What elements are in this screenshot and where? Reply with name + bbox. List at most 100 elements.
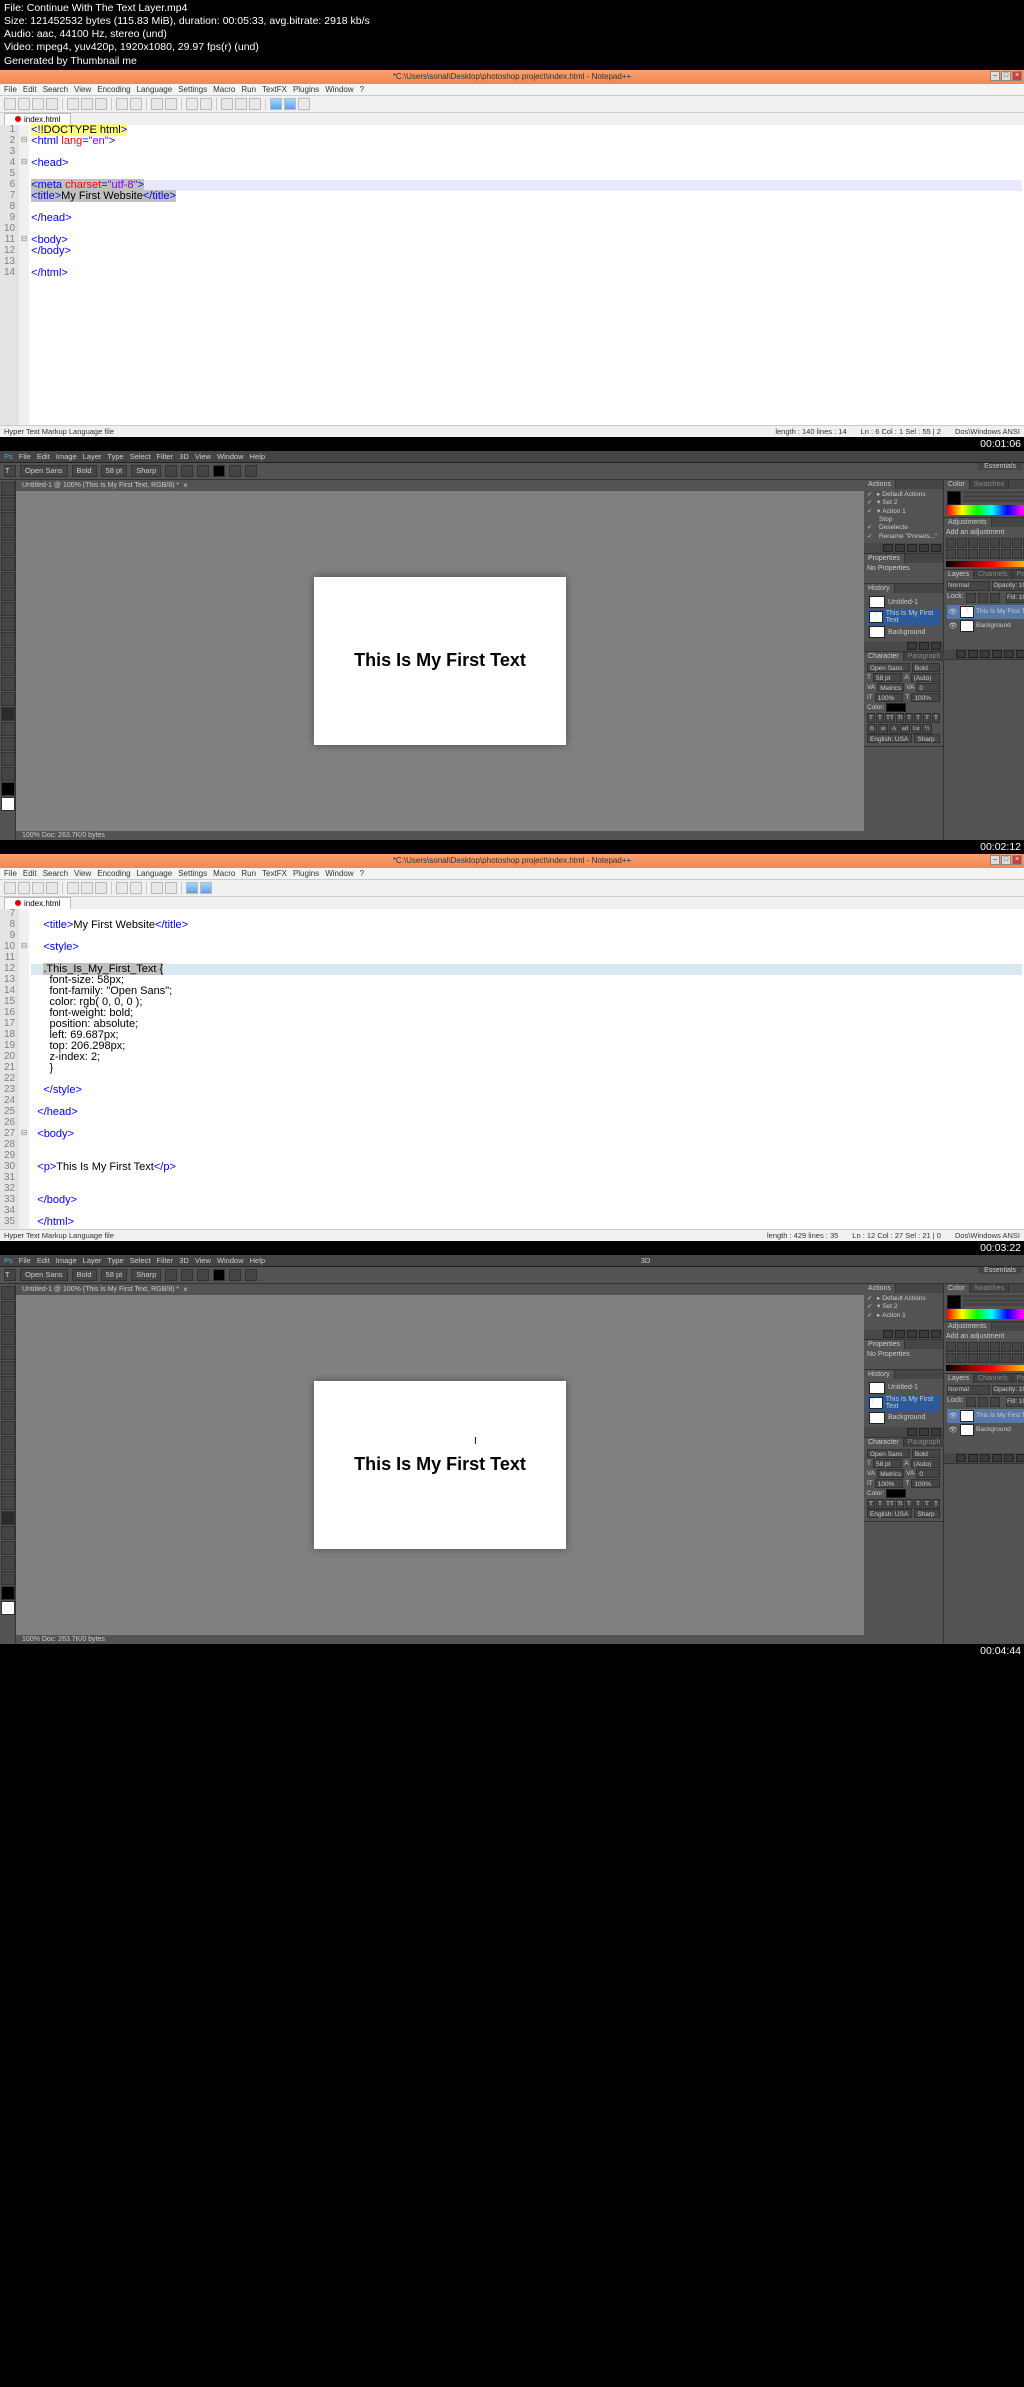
actions-list[interactable]: ✓▸ Default Actions ✓▾ Set 2 ✓ ▾ Action 1… (864, 489, 943, 544)
frac-icon[interactable]: ½ (922, 724, 932, 734)
type-tool-icon[interactable] (1, 1511, 15, 1525)
ps-menu-type[interactable]: Type (107, 452, 123, 461)
hand-tool-icon[interactable] (1, 752, 15, 766)
eraser-tool-icon[interactable] (1, 632, 15, 646)
align-left-icon[interactable] (165, 1269, 177, 1281)
ps-menu-help[interactable]: Help (250, 452, 265, 461)
canvas-viewport[interactable]: This Is My First Text (16, 491, 864, 831)
font-size-field[interactable]: 58 pt (101, 465, 128, 477)
minimize-button[interactable]: ‒ (990, 855, 1000, 865)
crop-tool-icon[interactable] (1, 542, 15, 556)
warp-text-icon[interactable] (229, 1269, 241, 1281)
lookup-icon[interactable] (968, 549, 978, 559)
visibility-icon[interactable]: 👁 (948, 622, 958, 630)
undo-icon[interactable] (116, 98, 128, 110)
new-action-icon[interactable] (919, 544, 929, 552)
play-icon[interactable] (284, 98, 296, 110)
text-color-swatch[interactable] (213, 465, 225, 477)
play-action-icon[interactable] (895, 544, 905, 552)
text-color-swatch[interactable] (213, 1269, 225, 1281)
document-tab[interactable]: Untitled-1 @ 100% (This Is My First Text… (16, 480, 864, 491)
history-brush-icon[interactable] (1, 1421, 15, 1435)
menu-view[interactable]: View (74, 85, 91, 94)
menu-macro[interactable]: Macro (213, 85, 235, 94)
tab-index-html[interactable]: index.html (4, 897, 71, 909)
pen-tool-icon[interactable] (1, 1496, 15, 1510)
brightness-icon[interactable] (946, 538, 956, 548)
cut-icon[interactable] (67, 98, 79, 110)
character-tab[interactable]: Character (864, 652, 904, 661)
open-icon[interactable] (18, 98, 30, 110)
new-layer-icon[interactable] (1016, 650, 1024, 658)
adjustments-tab[interactable]: Adjustments (944, 518, 992, 527)
menu-help[interactable]: ? (360, 85, 364, 94)
char-font[interactable]: Open Sans (867, 663, 910, 672)
stamp-tool-icon[interactable] (1, 602, 15, 616)
char-vscale[interactable]: 100% (875, 693, 904, 702)
font-size-field[interactable]: 58 pt (101, 1269, 128, 1281)
background-color-icon[interactable] (1, 1601, 15, 1615)
foreground-color-icon[interactable] (1, 1586, 15, 1600)
levels-icon[interactable] (957, 538, 967, 548)
canvas-viewport[interactable]: I This Is My First Text (16, 1295, 864, 1635)
saveall-icon[interactable] (46, 882, 58, 894)
menu-encoding[interactable]: Encoding (97, 85, 130, 94)
ps-menu-filter[interactable]: Filter (157, 452, 174, 461)
font-weight-dropdown[interactable]: Bold (72, 1269, 97, 1281)
code-editor[interactable]: 1234567891011121314 ⊟⊟⊟ <!!DOCTYPE html>… (0, 125, 1024, 425)
redo-icon[interactable] (130, 98, 142, 110)
ps-menu-image[interactable]: Image (56, 452, 77, 461)
align-right-icon[interactable] (197, 1269, 209, 1281)
copy-icon[interactable] (81, 882, 93, 894)
smallcaps-icon[interactable]: Tt (896, 713, 904, 723)
layer-background[interactable]: 👁Background🔒 (947, 1423, 1024, 1437)
char-size[interactable]: 58 pt (873, 673, 902, 682)
lasso-tool-icon[interactable] (1, 1316, 15, 1330)
history-brush-icon[interactable] (1, 617, 15, 631)
fill-field[interactable]: Fill: 100% (1006, 593, 1024, 603)
stop-action-icon[interactable] (883, 544, 893, 552)
antialias-dropdown[interactable]: Sharp (131, 465, 161, 477)
strike-icon[interactable]: T (932, 713, 940, 723)
menu-language[interactable]: Language (137, 85, 173, 94)
italic-icon[interactable]: T (876, 713, 884, 723)
gradient-tool-icon[interactable] (1, 1451, 15, 1465)
code-editor[interactable]: 7891011121314151617181920212223242526272… (0, 909, 1024, 1229)
eyedropper-tool-icon[interactable] (1, 1361, 15, 1375)
fx-icon[interactable] (968, 650, 978, 658)
thresh-icon[interactable] (1001, 549, 1011, 559)
path-tool-icon[interactable] (1, 1526, 15, 1540)
opacity-field[interactable]: Opacity: 100% (992, 581, 1024, 591)
channels-tab[interactable]: Channels (974, 570, 1013, 579)
menu-search[interactable]: Search (43, 85, 68, 94)
zoomin-icon[interactable] (186, 98, 198, 110)
char-panel-icon[interactable] (245, 1269, 257, 1281)
blend-mode-dropdown[interactable]: Normal (947, 581, 990, 591)
window-titlebar[interactable]: *C:\Users\sonal\Desktop\photoshop projec… (0, 70, 1024, 84)
char-lang[interactable]: English: USA (867, 734, 912, 743)
font-weight-dropdown[interactable]: Bold (72, 465, 97, 477)
new-icon[interactable] (4, 882, 16, 894)
layer-background[interactable]: 👁 Background 🔒 (947, 619, 1024, 633)
align-right-icon[interactable] (197, 465, 209, 477)
workspace-dropdown[interactable]: Essentials (978, 1267, 1022, 1274)
cut-icon[interactable] (67, 882, 79, 894)
layers-tab[interactable]: Layers (944, 570, 974, 579)
1st-icon[interactable]: 1st (911, 724, 921, 734)
zoom-tool-icon[interactable] (1, 767, 15, 781)
shape-tool-icon[interactable] (1, 737, 15, 751)
ps-menu-select[interactable]: Select (130, 452, 151, 461)
play-icon[interactable] (200, 882, 212, 894)
redo-icon[interactable] (130, 882, 142, 894)
snapshot-icon[interactable] (907, 642, 917, 650)
char-aa[interactable]: Sharp (914, 734, 940, 743)
lock-position-icon[interactable] (978, 593, 988, 603)
char-kerning[interactable]: Metrics (877, 683, 904, 692)
char-weight[interactable]: Bold (912, 663, 940, 672)
hue-icon[interactable] (1001, 538, 1011, 548)
curves-icon[interactable] (968, 538, 978, 548)
colorbal-icon[interactable] (1012, 538, 1022, 548)
visibility-icon[interactable]: 👁 (948, 608, 958, 616)
menu-plugins[interactable]: Plugins (293, 85, 319, 94)
gradmap-icon[interactable] (1012, 549, 1022, 559)
